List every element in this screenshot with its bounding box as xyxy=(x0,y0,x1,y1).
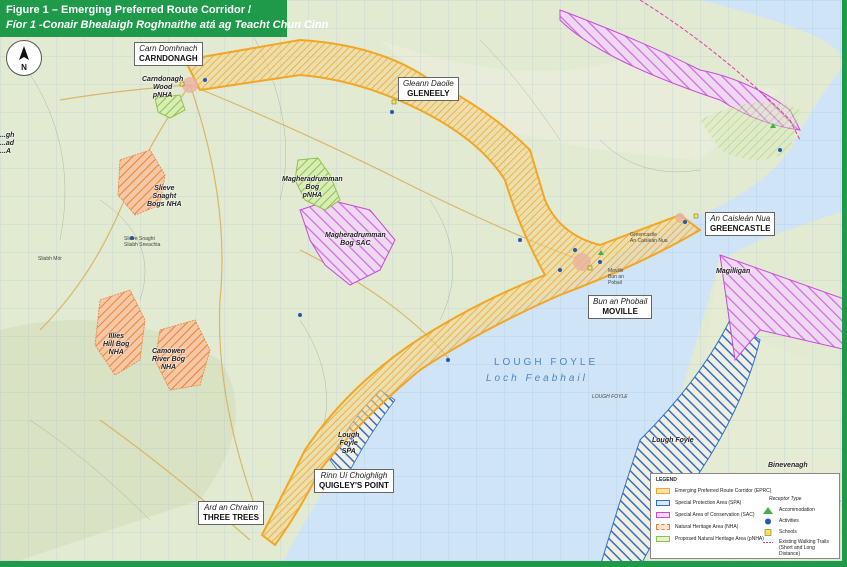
site-magheradrumman-pnha: Magheradrumman Bog pNHA xyxy=(282,176,343,199)
site-magheradrumman-sac: Magheradrumman Bog SAC xyxy=(325,232,386,247)
legend-item-pnha: Proposed Natural Heritage Area (pNHA) xyxy=(656,535,764,543)
site-illies-hill: Illies Hill Bog NHA xyxy=(103,333,130,356)
lough-foyle-small: LOUGH FOYLE xyxy=(592,394,628,400)
town-name-en: GREENCASTLE xyxy=(710,224,771,233)
figure-title: Figure 1 – Emerging Preferred Route Corr… xyxy=(0,0,329,37)
site-partial-left: ...gh ...ad ...A xyxy=(0,132,15,155)
square-icon xyxy=(764,528,772,536)
town-name-ga: Carn Domhnach xyxy=(139,44,198,53)
frame-bottom xyxy=(0,561,847,567)
legend-label: Special Area of Conservation (SAC) xyxy=(675,512,755,518)
legend-label: Natural Heritage Area (NHA) xyxy=(675,524,739,530)
site-lough-foyle-spa: Lough Foyle SPA xyxy=(338,432,360,455)
legend-swatch xyxy=(656,488,670,494)
legend-title: LEGEND xyxy=(656,477,677,483)
legend-swatch xyxy=(656,524,670,530)
receptor-label: Activities xyxy=(779,518,799,524)
site-slieve-snaght: Slieve Snaght Bogs NHA xyxy=(147,185,182,208)
legend-swatch xyxy=(656,512,670,518)
legend-item-spa: Special Protection Area (SPA) xyxy=(656,499,741,507)
town-moville[interactable]: Bun an Phobail MOVILLE xyxy=(588,295,653,319)
legend-item-sac: Special Area of Conservation (SAC) xyxy=(656,511,754,519)
town-name-en: THREE TREES xyxy=(203,513,260,522)
legend-label: Proposed Natural Heritage Area (pNHA) xyxy=(675,536,764,542)
town-name-ga: Rinn Uí Choighligh xyxy=(320,471,388,480)
lough-foyle-label-en: LOUGH FOYLE xyxy=(494,357,599,368)
north-arrow: N xyxy=(6,40,42,76)
moville-small: Moville Bun an Pobail xyxy=(608,268,624,286)
town-name-ga: Gleann Daoile xyxy=(403,79,454,88)
triangle-icon xyxy=(763,506,773,514)
legend-swatch xyxy=(656,536,670,542)
legend-swatch xyxy=(656,500,670,506)
site-binevenagh: Binevenagh xyxy=(768,462,808,469)
site-lough-foyle: Lough Foyle xyxy=(652,437,694,444)
town-greencastle[interactable]: An Caisleán Nua GREENCASTLE xyxy=(705,212,776,236)
receptor-activities: Activities xyxy=(763,517,799,525)
figure-title-en: Figure 1 – Emerging Preferred Route Corr… xyxy=(6,4,252,16)
site-camowen: Camowen River Bog NHA xyxy=(152,348,186,371)
receptor-label: Existing Walking Trails (Short and Long … xyxy=(779,539,829,557)
legend-label: Special Protection Area (SPA) xyxy=(675,500,742,506)
town-name-en: MOVILLE xyxy=(602,307,638,316)
slieve-snaght-small: Slieve Snaght Sliabh Sneachta xyxy=(124,236,161,248)
town-name-en: CARNDONAGH xyxy=(139,54,198,63)
circle-icon xyxy=(765,518,771,524)
town-name-ga: An Caisleán Nua xyxy=(710,214,771,223)
receptor-schools: Schools xyxy=(763,528,797,536)
town-name-en: GLENEELY xyxy=(407,89,450,98)
sliabh-mor: Sliabh Mór xyxy=(38,256,62,262)
town-gleneely[interactable]: Gleann Daoile GLENEELY xyxy=(398,77,459,101)
town-name-ga: Ard an Chrainn xyxy=(204,503,258,512)
receptor-walking-trails: Existing Walking Trails (Short and Long … xyxy=(763,539,837,557)
legend-item-eprc: Emerging Preferred Route Corridor (EPRC) xyxy=(656,487,771,495)
legend: LEGEND Emerging Preferred Route Corridor… xyxy=(650,473,840,559)
town-name-en: QUIGLEY'S POINT xyxy=(319,481,389,490)
dashed-line-icon xyxy=(763,542,773,543)
town-name-ga: Bun an Phobail xyxy=(593,297,648,306)
receptor-title: Receptor Type xyxy=(769,496,802,502)
frame-right xyxy=(842,0,847,567)
receptor-accommodation: Accommodation xyxy=(763,506,815,514)
greencastle-small: Greencastle An Caisleán Nua xyxy=(630,232,668,244)
legend-item-nha: Natural Heritage Area (NHA) xyxy=(656,523,738,531)
site-carndonagh-wood: Carndonagh Wood pNHA xyxy=(142,76,184,99)
town-quigleys-point[interactable]: Rinn Uí Choighligh QUIGLEY'S POINT xyxy=(314,469,394,493)
map-canvas[interactable]: Figure 1 – Emerging Preferred Route Corr… xyxy=(0,0,847,567)
lough-foyle-label-ga: Loch Feabhail xyxy=(486,373,588,384)
site-magilligan: Magilligan xyxy=(716,268,751,275)
north-label: N xyxy=(21,63,27,72)
receptor-label: Accommodation xyxy=(779,507,815,513)
figure-title-ga: Fíor 1 -Conair Bhealaigh Roghnaithe atá … xyxy=(6,19,329,31)
town-three-trees[interactable]: Ard an Chrainn THREE TREES xyxy=(198,501,265,525)
town-carndonagh[interactable]: Carn Domhnach CARNDONAGH xyxy=(134,42,203,66)
receptor-label: Schools xyxy=(779,529,797,535)
legend-label: Emerging Preferred Route Corridor (EPRC) xyxy=(675,488,772,494)
